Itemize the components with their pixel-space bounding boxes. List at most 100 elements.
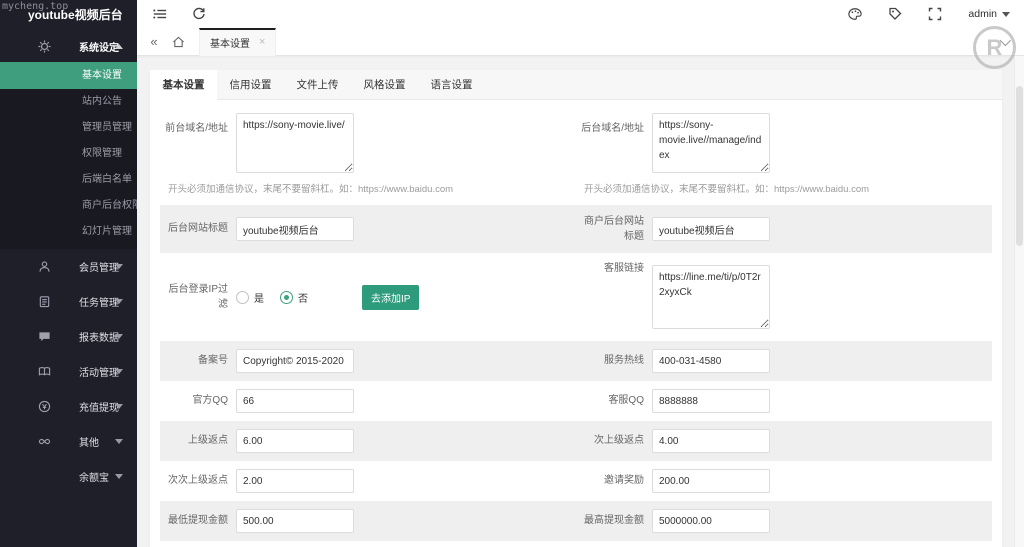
tag-icon[interactable] (888, 7, 902, 21)
field-label: 后台域名/地址 (576, 113, 644, 137)
chevron-down-icon (115, 404, 123, 409)
book-icon (38, 365, 51, 378)
chevron-down-icon (115, 264, 123, 269)
service-qq-input[interactable] (652, 389, 770, 413)
scrollbar-thumb[interactable] (1016, 86, 1023, 246)
field-label: 客服链接 (576, 253, 644, 277)
sidebar-section-label: 任务管理 (79, 294, 119, 309)
field-label: 服务热线 (576, 353, 644, 369)
rebate-l2-input[interactable] (652, 429, 770, 453)
rebate-l1-input[interactable] (236, 429, 354, 453)
sidebar-section-yuebao[interactable]: 余额宝 (0, 459, 137, 494)
tab-style-settings[interactable]: 风格设置 (351, 70, 418, 99)
tab-file-upload[interactable]: 文件上传 (284, 70, 351, 99)
admin-domain-textarea[interactable]: https://sony-movie.live//manage/index (652, 113, 770, 173)
radio-label: 是 (254, 290, 264, 305)
radio-yes[interactable]: 是 (236, 290, 264, 305)
top-toolbar: admin (137, 0, 1024, 28)
settings-card: 基本设置 信用设置 文件上传 风格设置 语言设置 前台域名/地址 https:/… (150, 70, 1002, 547)
chevron-down-icon (115, 369, 123, 374)
settings-tabs: 基本设置 信用设置 文件上传 风格设置 语言设置 (150, 70, 1002, 100)
field-label: 上级返点 (160, 433, 228, 449)
refresh-icon[interactable] (192, 7, 206, 21)
add-ip-button[interactable]: 去添加IP (362, 285, 419, 310)
field-label: 后台登录IP过滤 (160, 282, 228, 313)
theme-palette-icon[interactable] (848, 7, 862, 21)
sidebar: mycheng.top youtube视频后台 系统设定 基本设置 站内公告 管… (0, 0, 137, 547)
sidebar-item-backend-whitelist[interactable]: 后端白名单 (0, 167, 137, 193)
tab-credit-settings[interactable]: 信用设置 (217, 70, 284, 99)
sidebar-section-system-settings[interactable]: 系统设定 (0, 30, 137, 62)
form-row-rebate-2: 次次上级返点 邀请奖励 (160, 461, 992, 501)
field-label: 后台网站标题 (160, 221, 228, 237)
radio-unchecked-icon (236, 291, 249, 304)
chevron-up-icon (115, 44, 123, 49)
sidebar-section-label: 会员管理 (79, 259, 119, 274)
sidebar-section-tasks[interactable]: 任务管理 (0, 284, 137, 319)
coin-icon (38, 400, 51, 413)
sidebar-section-label: 余额宝 (79, 469, 109, 484)
infinity-icon (38, 435, 51, 448)
form-row-titles: 后台网站标题 商户后台网站标题 (160, 205, 992, 253)
main-area: admin « 基本设置 × R 基本设置 信 (137, 0, 1024, 547)
sidebar-section-label: 充值提现 (79, 399, 119, 414)
chevron-down-icon (115, 439, 123, 444)
sidebar-item-admin-management[interactable]: 管理员管理 (0, 115, 137, 141)
chat-report-icon (38, 330, 51, 343)
chevron-down-icon (115, 334, 123, 339)
watermark-text: mycheng.top (2, 1, 68, 12)
max-withdraw-input[interactable] (652, 509, 770, 533)
form-row-qq: 官方QQ 客服QQ (160, 381, 992, 421)
form-row-withdraw-limits: 最低提现金额 最高提现金额 (160, 501, 992, 541)
merchant-title-input[interactable] (652, 217, 770, 241)
field-label: 官方QQ (160, 393, 228, 409)
sidebar-section-recharge-withdraw[interactable]: 充值提现 (0, 389, 137, 424)
tabs-scroll-left-icon[interactable]: « (143, 34, 165, 49)
field-label: 最低提现金额 (160, 513, 228, 529)
admin-username: admin (968, 8, 997, 20)
close-icon[interactable]: × (259, 37, 265, 48)
service-link-textarea[interactable]: https://line.me/ti/p/0T2r2xyxCk (652, 265, 770, 329)
settings-form: 前台域名/地址 https://sony-movie.live/ 开头必须加通信… (150, 100, 1002, 547)
sidebar-item-slideshow-management[interactable]: 幻灯片管理 (0, 219, 137, 245)
tab-basic-settings[interactable]: 基本设置 (150, 70, 217, 100)
invite-reward-input[interactable] (652, 469, 770, 493)
home-tab[interactable] (165, 36, 191, 48)
sidebar-section-members[interactable]: 会员管理 (0, 249, 137, 284)
page-tab-basic-settings[interactable]: 基本设置 × (199, 28, 276, 56)
front-domain-textarea[interactable]: https://sony-movie.live/ (236, 113, 354, 173)
radio-checked-icon (280, 291, 293, 304)
rebate-l3-input[interactable] (236, 469, 354, 493)
official-qq-input[interactable] (236, 389, 354, 413)
vertical-scrollbar[interactable] (1014, 56, 1024, 547)
sidebar-section-reports[interactable]: 报表数据 (0, 319, 137, 354)
form-row-rebate-1: 上级返点 次上级返点 (160, 421, 992, 461)
sidebar-item-basic-settings[interactable]: 基本设置 (0, 62, 137, 89)
field-label: 客服QQ (576, 393, 644, 409)
hotline-input[interactable] (652, 349, 770, 373)
admin-title-input[interactable] (236, 217, 354, 241)
sidebar-item-site-announcement[interactable]: 站内公告 (0, 89, 137, 115)
radio-no[interactable]: 否 (280, 290, 308, 305)
min-withdraw-input[interactable] (236, 509, 354, 533)
form-row-partial (160, 541, 992, 547)
chevron-down-icon (115, 474, 123, 479)
sidebar-item-merchant-permission[interactable]: 商户后台权限 (0, 193, 137, 219)
page-tab-bar: « 基本设置 × (137, 28, 1024, 56)
form-row-ip-service: 后台登录IP过滤 是 否 去 (160, 253, 992, 341)
chevron-down-icon (115, 299, 123, 304)
app-window: mycheng.top youtube视频后台 系统设定 基本设置 站内公告 管… (0, 0, 1024, 547)
tab-language-settings[interactable]: 语言设置 (418, 70, 485, 99)
fullscreen-icon[interactable] (928, 7, 942, 21)
sidebar-section-activities[interactable]: 活动管理 (0, 354, 137, 389)
sidebar-section-label: 报表数据 (79, 329, 119, 344)
page-tab-label: 基本设置 (210, 35, 250, 50)
clipboard-icon (38, 295, 51, 308)
collapse-menu-icon[interactable] (153, 7, 167, 21)
icp-input[interactable] (236, 349, 354, 373)
form-row-domains: 前台域名/地址 https://sony-movie.live/ 开头必须加通信… (160, 100, 992, 205)
sidebar-section-other[interactable]: 其他 (0, 424, 137, 459)
sidebar-item-permission-management[interactable]: 权限管理 (0, 141, 137, 167)
url-hint: 开头必须加通信协议，末尾不要留斜杠。如：https://www.baidu.co… (168, 181, 576, 195)
admin-user-menu[interactable]: admin (968, 8, 1010, 20)
